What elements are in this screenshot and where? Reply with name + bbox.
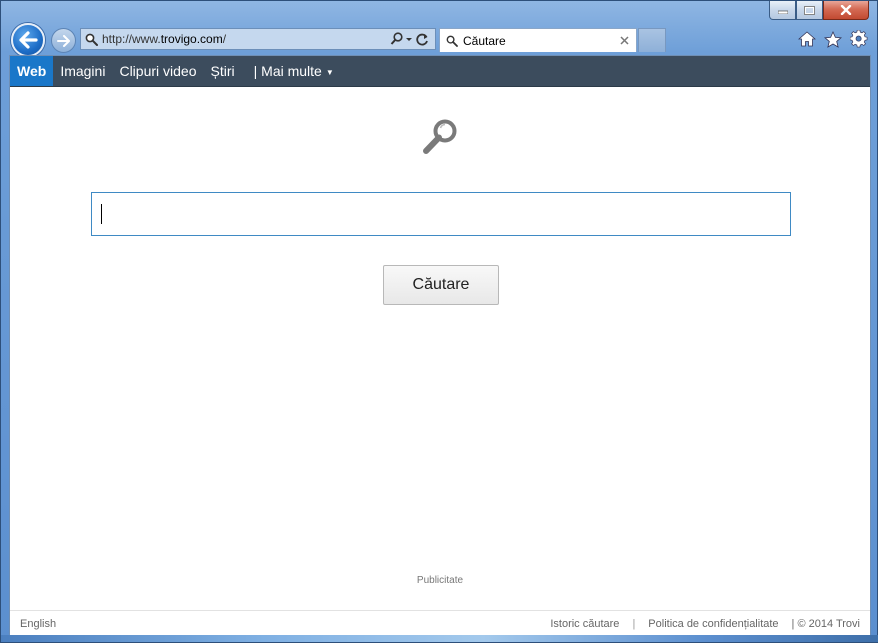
search-category-bar: Web Imagini Clipuri video Știri | Mai mu…: [10, 56, 870, 87]
ad-label: Publicitate: [416, 575, 464, 586]
navigation-bar: http://www.trovigo.com/ Căutare: [9, 23, 869, 57]
home-icon: [798, 31, 816, 47]
star-icon: [824, 30, 842, 48]
search-icon: [85, 33, 98, 46]
search-history-link[interactable]: Istoric căutare: [550, 618, 619, 630]
address-prefix: http://www.: [102, 32, 161, 46]
gear-icon: [850, 30, 868, 48]
minimize-icon: [777, 10, 788, 14]
search-button[interactable]: Căutare: [383, 265, 499, 305]
address-actions: [390, 32, 435, 46]
settings-button[interactable]: [849, 29, 869, 49]
back-button[interactable]: [11, 23, 45, 57]
address-suffix: /: [222, 32, 227, 46]
copyright-text[interactable]: | © 2014 Trovi: [792, 618, 860, 630]
footer-separator: |: [632, 617, 636, 630]
window-bottom-edge: [1, 635, 878, 642]
privacy-policy-link[interactable]: Politica de confidențialitate: [648, 618, 778, 630]
new-tab-button[interactable]: [638, 28, 666, 52]
search-input[interactable]: [91, 192, 791, 236]
browser-window: http://www.trovigo.com/ Căutare Web Imag…: [0, 0, 878, 643]
close-tab-button[interactable]: [616, 33, 632, 49]
language-link[interactable]: English: [20, 618, 56, 630]
arrow-right-icon: [56, 34, 70, 47]
caret-down-icon: ▼: [325, 68, 334, 77]
tab-search[interactable]: Căutare: [439, 28, 637, 52]
tab-title: Căutare: [463, 33, 506, 48]
category-videos[interactable]: Clipuri video: [112, 56, 203, 86]
category-news[interactable]: Știri: [204, 56, 242, 86]
page-footer: English Istoric căutare | Politica de co…: [10, 610, 870, 636]
tab-search-icon: [446, 35, 458, 47]
close-tab-icon: [619, 36, 629, 45]
category-images[interactable]: Imagini: [53, 56, 112, 86]
address-host: trovigo.com: [160, 32, 223, 46]
search-dropdown-icon[interactable]: [390, 32, 412, 46]
category-web[interactable]: Web: [10, 56, 54, 86]
address-url[interactable]: http://www.trovigo.com/: [102, 32, 390, 46]
arrow-left-icon: [19, 31, 38, 49]
close-window-button[interactable]: [823, 1, 869, 20]
home-button[interactable]: [797, 29, 817, 49]
minimize-button[interactable]: [769, 1, 796, 20]
category-more-label: | Mai multe: [253, 63, 322, 79]
caption-buttons: [769, 1, 869, 21]
text-cursor: [101, 204, 102, 224]
favorites-button[interactable]: [823, 29, 843, 49]
maximize-icon: [804, 5, 815, 15]
category-more[interactable]: | Mai multe ▼: [242, 56, 341, 86]
refresh-icon[interactable]: [416, 33, 429, 46]
forward-button[interactable]: [51, 28, 76, 53]
address-bar[interactable]: http://www.trovigo.com/: [80, 28, 436, 50]
maximize-button[interactable]: [796, 1, 823, 20]
page-content: Web Imagini Clipuri video Știri | Mai mu…: [9, 55, 871, 637]
close-icon: [840, 5, 852, 15]
browser-tools: [797, 29, 869, 49]
magnifier-logo-icon: [423, 119, 457, 154]
